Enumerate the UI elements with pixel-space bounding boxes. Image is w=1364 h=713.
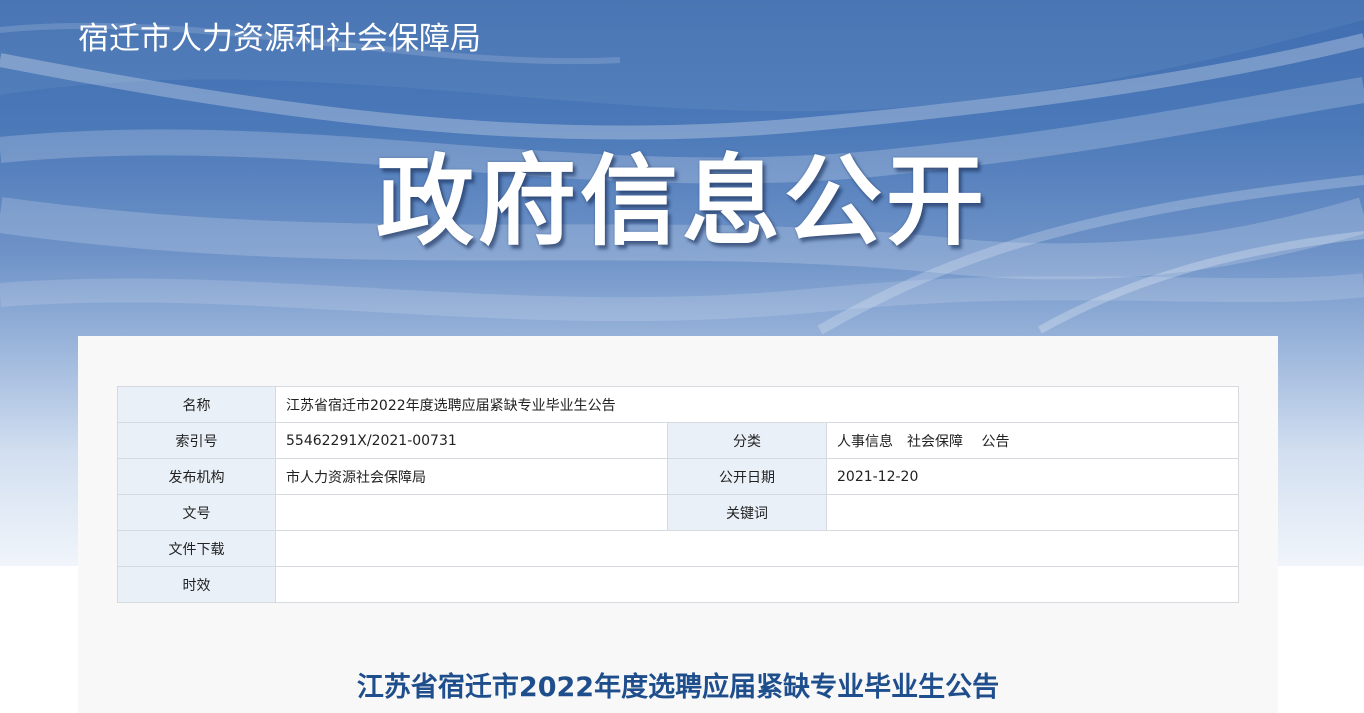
date-value: 2021-12-20 (826, 458, 1239, 495)
validity-label: 时效 (117, 566, 276, 603)
index-label: 索引号 (117, 422, 276, 459)
table-row: 索引号 55462291X/2021-00731 分类 人事信息 社会保障 公告 (117, 422, 1239, 459)
keywords-value (826, 494, 1239, 531)
download-value[interactable] (275, 530, 1239, 567)
name-label: 名称 (117, 386, 276, 423)
category-label: 分类 (667, 422, 827, 459)
index-value: 55462291X/2021-00731 (275, 422, 668, 459)
keywords-label: 关键词 (667, 494, 827, 531)
publisher-label: 发布机构 (117, 458, 276, 495)
article-title: 江苏省宿迁市2022年度选聘应届紧缺专业毕业生公告 (356, 672, 1000, 703)
table-row: 文件下载 (117, 530, 1239, 567)
table-row: 文号 关键词 (117, 494, 1239, 531)
doc-number-value (275, 494, 668, 531)
document-metadata-table: 名称 江苏省宿迁市2022年度选聘应届紧缺专业毕业生公告 索引号 5546229… (117, 386, 1239, 603)
table-row: 发布机构 市人力资源社会保障局 公开日期 2021-12-20 (117, 458, 1239, 495)
publisher-value: 市人力资源社会保障局 (275, 458, 668, 495)
name-value: 江苏省宿迁市2022年度选聘应届紧缺专业毕业生公告 (275, 386, 1239, 423)
site-title[interactable]: 宿迁市人力资源和社会保障局 (78, 19, 481, 59)
table-row: 时效 (117, 566, 1239, 603)
category-value: 人事信息 社会保障 公告 (826, 422, 1239, 459)
banner-heading: 政府信息公开 (375, 145, 988, 259)
validity-value (275, 566, 1239, 603)
doc-number-label: 文号 (117, 494, 276, 531)
download-label: 文件下载 (117, 530, 276, 567)
date-label: 公开日期 (667, 458, 827, 495)
table-row: 名称 江苏省宿迁市2022年度选聘应届紧缺专业毕业生公告 (117, 386, 1239, 423)
